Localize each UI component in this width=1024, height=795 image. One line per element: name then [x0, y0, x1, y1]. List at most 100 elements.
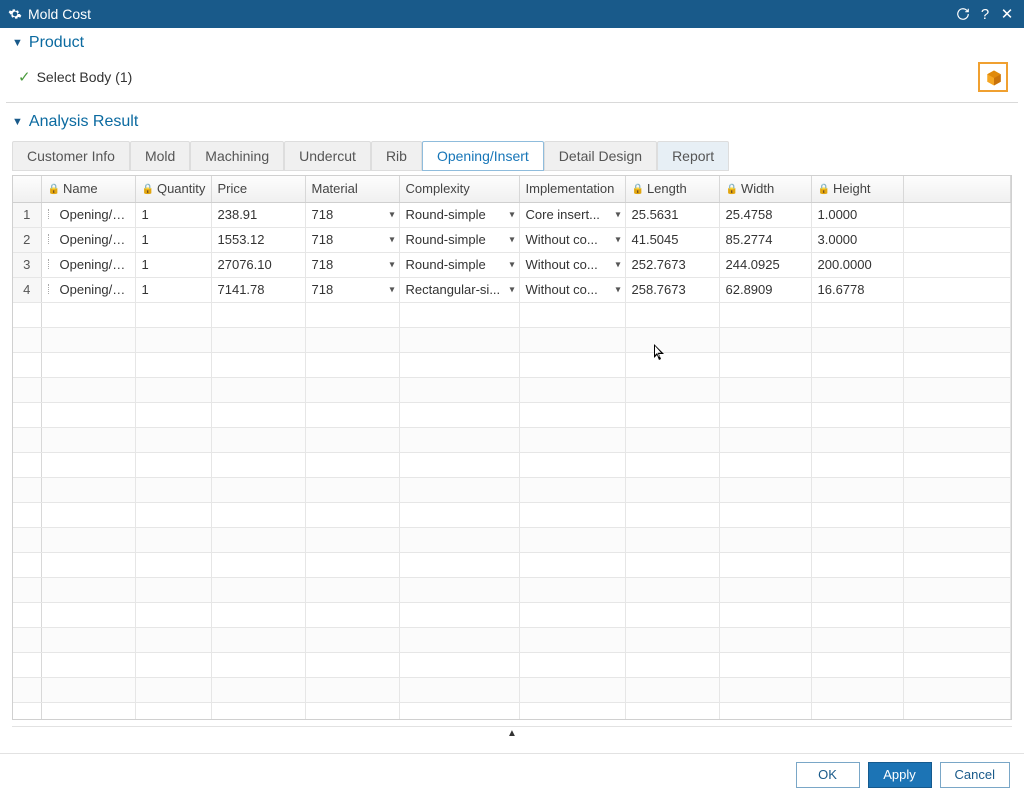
table-row[interactable]: 1Opening/In...1238.91718Round-simpleCore… [13, 202, 1011, 227]
cell-empty [305, 352, 399, 377]
cell-empty [211, 627, 305, 652]
section-product-header[interactable]: ▼ Product [0, 28, 1024, 58]
cell-empty [399, 302, 519, 327]
cell-empty [41, 627, 135, 652]
cell-empty [399, 377, 519, 402]
cell-empty [719, 377, 811, 402]
cell-empty [519, 677, 625, 702]
table-row-empty [13, 427, 1011, 452]
collapse-handle[interactable]: ▲ [12, 726, 1012, 740]
cell-empty [135, 677, 211, 702]
col-quantity[interactable]: 🔒Quantity [135, 176, 211, 202]
cell-name: Opening/In... [41, 277, 135, 302]
cell-impl[interactable]: Without co... [519, 252, 625, 277]
cell-mat[interactable]: 718 [305, 277, 399, 302]
table-row-empty [13, 352, 1011, 377]
reset-icon[interactable] [952, 3, 974, 25]
cell-complex[interactable]: Round-simple [399, 227, 519, 252]
cell-impl[interactable]: Core insert... [519, 202, 625, 227]
tab-rib[interactable]: Rib [371, 141, 422, 171]
cell-impl[interactable]: Without co... [519, 227, 625, 252]
table-row[interactable]: 4Opening/In...17141.78718Rectangular-si.… [13, 277, 1011, 302]
col-label: Price [218, 181, 248, 196]
col-height[interactable]: 🔒Height [811, 176, 903, 202]
cell-empty [903, 652, 1011, 677]
cancel-button[interactable]: Cancel [940, 762, 1010, 788]
cell-complex[interactable]: Round-simple [399, 202, 519, 227]
cell-price: 27076.10 [211, 252, 305, 277]
table-row-empty [13, 527, 1011, 552]
divider [6, 102, 1018, 103]
cell-empty [41, 577, 135, 602]
data-table-container: 🔒Name🔒QuantityPriceMaterialComplexityImp… [12, 175, 1012, 720]
cell-empty [719, 577, 811, 602]
col-complexity[interactable]: Complexity [399, 176, 519, 202]
cell-price: 1553.12 [211, 227, 305, 252]
cell-empty [135, 602, 211, 627]
select-body-row[interactable]: ✓ Select Body (1) [0, 58, 1024, 102]
cell-empty [211, 477, 305, 502]
tab-customer-info[interactable]: Customer Info [12, 141, 130, 171]
tab-undercut[interactable]: Undercut [284, 141, 371, 171]
table-row-empty [13, 477, 1011, 502]
cell-mat[interactable]: 718 [305, 252, 399, 277]
cell-empty [135, 552, 211, 577]
col-label: Quantity [157, 181, 205, 196]
lock-icon: 🔒 [48, 184, 60, 195]
table-row[interactable]: 3Opening/In...127076.10718Round-simpleWi… [13, 252, 1011, 277]
cell-spacer [903, 252, 1011, 277]
help-icon[interactable]: ? [974, 3, 996, 25]
table-row[interactable]: 2Opening/In...11553.12718Round-simpleWit… [13, 227, 1011, 252]
lock-icon: 🔒 [632, 184, 644, 195]
close-icon[interactable]: ✕ [996, 3, 1018, 25]
cell-empty [625, 402, 719, 427]
col-price[interactable]: Price [211, 176, 305, 202]
cell-empty [399, 652, 519, 677]
body-thumbnail[interactable] [978, 62, 1008, 92]
ok-button[interactable]: OK [796, 762, 860, 788]
cell-complex[interactable]: Round-simple [399, 252, 519, 277]
cell-empty [41, 427, 135, 452]
cell-empty [41, 702, 135, 720]
tab-opening-insert[interactable]: Opening/Insert [422, 141, 544, 171]
col-implementation[interactable]: Implementation [519, 176, 625, 202]
section-analysis-header[interactable]: ▼ Analysis Result [0, 107, 1024, 137]
cell-empty [41, 652, 135, 677]
cell-impl[interactable]: Without co... [519, 277, 625, 302]
apply-button[interactable]: Apply [868, 762, 932, 788]
col-width[interactable]: 🔒Width [719, 176, 811, 202]
col-label: Implementation [526, 181, 615, 196]
cell-empty [135, 352, 211, 377]
cell-empty [135, 402, 211, 427]
cell-empty [399, 577, 519, 602]
cell-mat[interactable]: 718 [305, 202, 399, 227]
cell-empty [519, 527, 625, 552]
cell-empty [41, 302, 135, 327]
cell-empty [211, 702, 305, 720]
cell-empty [811, 502, 903, 527]
tree-indent-icon [48, 209, 58, 219]
cell-mat[interactable]: 718 [305, 227, 399, 252]
lock-icon: 🔒 [142, 184, 154, 195]
cell-empty [903, 302, 1011, 327]
table-row-empty [13, 402, 1011, 427]
table-row-empty [13, 302, 1011, 327]
section-analysis-title: Analysis Result [29, 113, 138, 131]
tab-machining[interactable]: Machining [190, 141, 284, 171]
cell-empty [519, 577, 625, 602]
cell-empty [135, 327, 211, 352]
cell-empty [519, 602, 625, 627]
tab-mold[interactable]: Mold [130, 141, 190, 171]
cell-empty [211, 327, 305, 352]
cell-empty [305, 702, 399, 720]
col-length[interactable]: 🔒Length [625, 176, 719, 202]
cell-complex[interactable]: Rectangular-si... [399, 277, 519, 302]
col-name[interactable]: 🔒Name [41, 176, 135, 202]
tab-report[interactable]: Report [657, 141, 729, 171]
cell-empty [211, 552, 305, 577]
col-material[interactable]: Material [305, 176, 399, 202]
tab-detail-design[interactable]: Detail Design [544, 141, 657, 171]
cell-empty [399, 352, 519, 377]
table-row-empty [13, 502, 1011, 527]
cell-empty [719, 477, 811, 502]
